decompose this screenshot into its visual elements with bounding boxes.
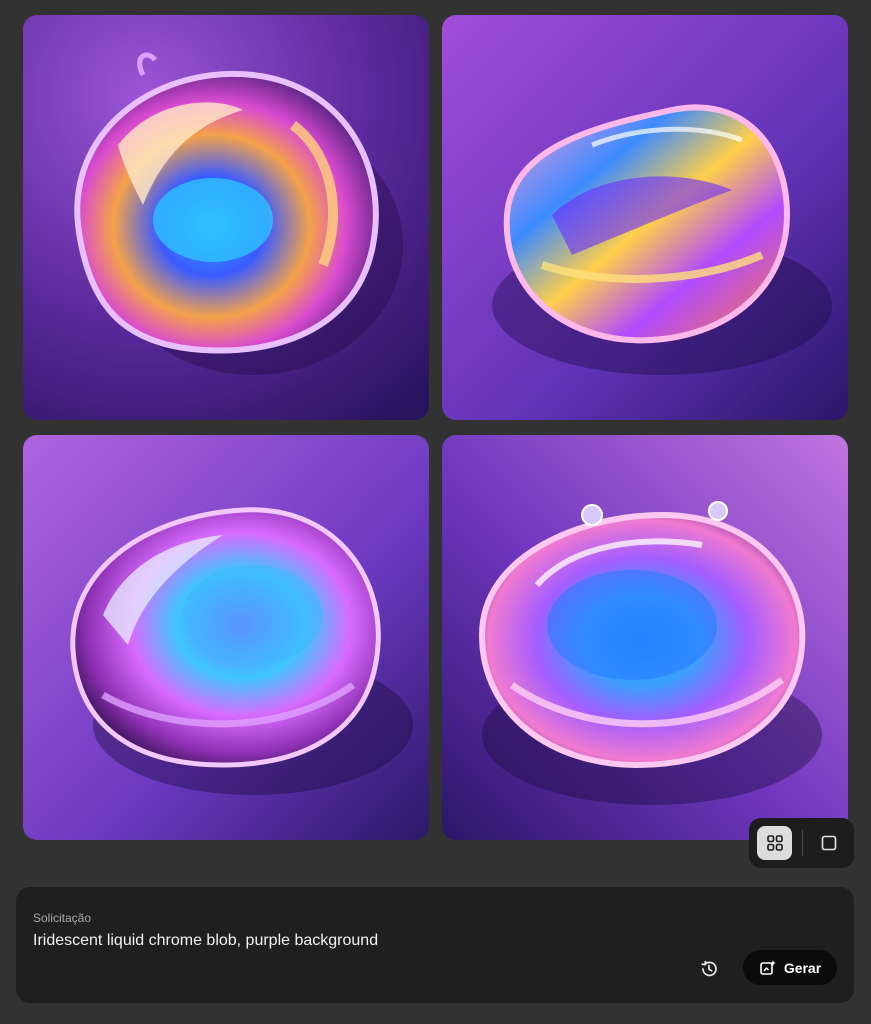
app-root: Solicitação Iridescent liquid chrome blo… [0,0,871,1024]
chrome-blob-image [442,435,848,840]
generated-image-1[interactable] [23,15,429,420]
grid-four-icon [766,835,783,851]
chrome-blob-image [23,435,429,840]
generate-button[interactable]: Gerar [743,950,837,985]
prompt-label: Solicitação [33,911,92,925]
toggle-divider [802,830,803,856]
history-icon [701,960,717,977]
grid-view-button[interactable] [757,826,792,860]
generated-image-3[interactable] [23,435,429,840]
generated-image-4[interactable] [442,435,848,840]
prompt-panel: Solicitação Iridescent liquid chrome blo… [16,887,854,1003]
view-toggle [749,818,854,868]
single-view-button[interactable] [811,826,846,860]
generate-label: Gerar [783,959,822,976]
square-icon [821,835,836,851]
chrome-blob-image [23,15,429,420]
generated-image-2[interactable] [442,15,848,420]
generate-sparkle-icon [760,959,776,975]
chrome-blob-image [442,15,848,420]
history-button[interactable] [696,956,722,982]
prompt-input[interactable]: Iridescent liquid chrome blob, purple ba… [33,931,673,951]
